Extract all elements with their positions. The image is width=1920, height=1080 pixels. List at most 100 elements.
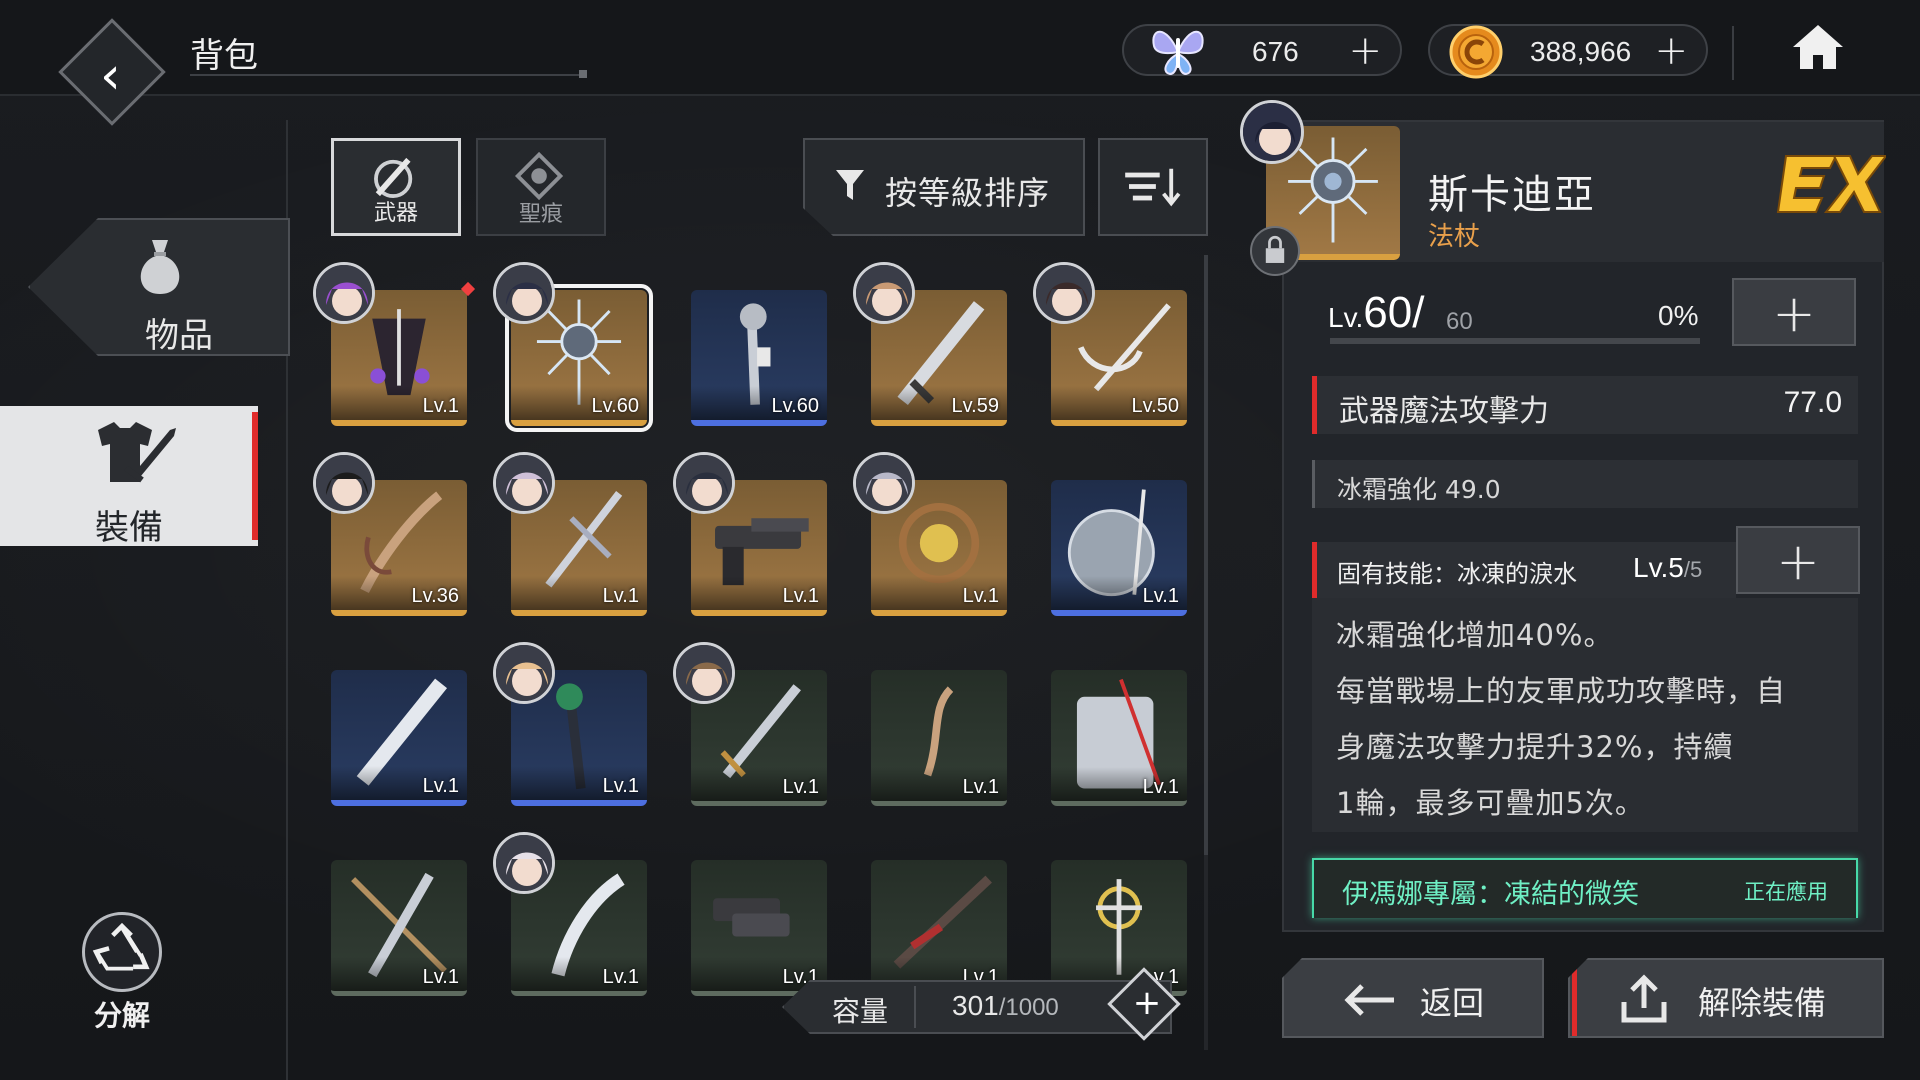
equipped-character-avatar [493,832,555,894]
skill-header: 固有技能：冰凍的淚水 Lv.5/5 [1312,542,1736,598]
gold-amount: 388,966 [1530,36,1632,67]
skill-name: 固有技能：冰凍的淚水 [1337,560,1577,588]
back-button[interactable]: ‹ [56,18,166,134]
lock-icon [1265,235,1285,263]
equipped-character-avatar [493,262,555,324]
exp-percent: 0% [1658,300,1699,331]
tab-stigma[interactable]: 聖痕 [476,138,606,236]
gold-currency: 388,966 + [1428,24,1708,79]
skill-desc-line: 每當戰場上的友軍成功攻擊時，自 [1336,674,1787,708]
level-prefix: Lv. [1328,302,1364,333]
weapon-card[interactable]: Lv.60 [691,290,827,426]
equipped-character-avatar [313,452,375,514]
weapon-level-label: Lv.1 [602,585,639,607]
level-separator: / [1412,288,1425,337]
skill-level: Lv.5/5 [1633,552,1702,584]
unequip-icon [1621,974,1667,1023]
exclusive-bonus: 伊馮娜專屬：凍結的微笑 正在應用 [1312,858,1858,918]
equipped-character-avatar [1033,262,1095,324]
tab-weapon-label: 武器 [373,201,418,226]
chevron-left-icon: ‹ [100,46,121,106]
decompose-button[interactable] [82,912,162,992]
stat-main-value: 77.0 [1783,386,1842,419]
weapon-card[interactable]: Lv.1 [1051,860,1187,996]
capacity-label: 容量 [832,995,889,1028]
filter-icon [836,170,864,200]
recycle-icon [92,922,150,971]
equipped-character-avatar [853,262,915,324]
lock-button[interactable] [1250,226,1300,276]
exclusive-name: 伊馮娜專屬：凍結的微笑 [1342,879,1639,910]
ex-rarity-badge [1776,155,1886,213]
equipped-character-avatar [673,452,735,514]
weapon-level-label: Lv.60 [771,395,819,417]
return-label: 返回 [1420,984,1485,1022]
nav-item-items-label: 物品 [145,316,213,356]
plus-icon: + [1776,532,1820,592]
capacity-separator [914,986,916,1028]
butterfly-crystal-icon [1152,30,1204,76]
weapon-name: 斯卡迪亞 [1428,172,1596,218]
crystal-currency: 676 + [1122,24,1402,76]
equipped-character-avatar [853,452,915,514]
skill-level-max: /5 [1683,557,1703,582]
weapon-level-label: Lv.50 [1131,395,1179,417]
weapon-card[interactable]: Lv.1 [1051,670,1187,806]
level-up-button[interactable]: + [1732,278,1856,346]
add-gold-button[interactable]: + [1654,28,1688,74]
home-icon[interactable] [1790,22,1846,72]
weapon-level-label: Lv.1 [1142,776,1179,798]
weapon-level-label: Lv.1 [422,966,459,988]
skill-desc-line: 冰霜強化增加40%。 [1336,618,1614,652]
tab-weapon[interactable]: 武器 [331,138,461,236]
crystal-amount: 676 [1252,36,1299,67]
weapon-card[interactable]: Lv.1 [1051,480,1187,616]
weapon-level-label: Lv.1 [782,585,819,607]
weapon-level-label: Lv.1 [602,966,639,988]
capacity-max: /1000 [998,994,1059,1021]
stat-main: 武器魔法攻擊力 77.0 [1312,376,1858,434]
exclusive-status: 正在應用 [1744,880,1828,904]
weapon-level-label: Lv.1 [422,395,459,417]
unequip-label: 解除裝備 [1698,984,1827,1022]
weapon-card[interactable]: Lv.1 [331,860,467,996]
weapon-level: Lv.60/ [1328,288,1424,338]
weapon-level-label: Lv.36 [411,585,459,607]
stat-main-name: 武器魔法攻擊力 [1339,394,1549,429]
unequip-button[interactable]: 解除裝備 [1568,958,1884,1038]
weapon-card[interactable]: Lv.1 [331,670,467,806]
add-crystal-button[interactable]: + [1348,28,1382,74]
stat-sub: 冰霜強化 49.0 [1312,460,1858,508]
weapon-level-label: Lv.1 [1142,585,1179,607]
skill-desc-line: 1輪，最多可疊加5次。 [1336,786,1645,820]
arrow-left-icon [1344,984,1394,1016]
weapon-type: 法杖 [1428,222,1481,252]
sort-order-button[interactable] [1098,138,1208,236]
weapon-card[interactable]: Lv.1 [871,860,1007,996]
bag-icon [140,240,180,294]
return-button[interactable]: 返回 [1282,958,1544,1038]
weapon-level-label: Lv.1 [962,776,999,798]
weapon-level-label: Lv.59 [951,395,999,417]
skill-description: 冰霜強化增加40%。 每當戰場上的友軍成功攻擊時，自 身魔法攻擊力提升32%，持… [1312,598,1858,832]
skill-upgrade-button[interactable]: + [1736,526,1860,594]
weapon-level-label: Lv.1 [782,776,819,798]
weapon-level-label: Lv.1 [962,585,999,607]
title-underline [190,70,587,78]
equipped-character-avatar [313,262,375,324]
sort-descending-icon [1125,168,1181,207]
character-avatar [1240,100,1304,164]
grid-scrollbar[interactable] [1204,255,1208,855]
level-max: 60 [1446,308,1473,335]
weapon-level-label: Lv.60 [591,395,639,417]
level-current: 60 [1363,288,1413,337]
weapon-card[interactable]: Lv.1 [691,860,827,996]
equipped-character-avatar [673,642,735,704]
weapon-card[interactable]: Lv.1 [871,670,1007,806]
capacity-current: 301 [952,990,999,1021]
shirt-sword-icon [98,422,176,483]
top-divider [1732,26,1734,80]
sort-label: 按等級排序 [885,174,1051,212]
equipped-character-avatar [493,642,555,704]
nav-item-equipment-label: 裝備 [95,508,163,548]
